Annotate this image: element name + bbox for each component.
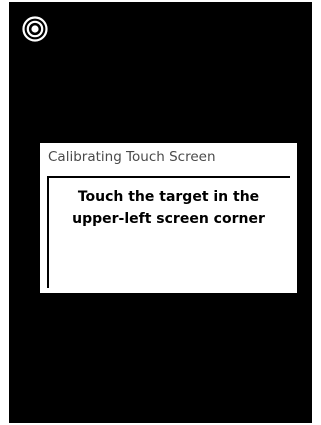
calibration-instruction: Touch the target in the upper-left scree… bbox=[46, 186, 291, 230]
touch-screen[interactable]: Calibrating Touch Screen Touch the targe… bbox=[9, 2, 312, 423]
calibration-target-icon[interactable] bbox=[22, 16, 48, 42]
instruction-line-1: Touch the target in the bbox=[77, 189, 260, 205]
dialog-title: Calibrating Touch Screen bbox=[48, 149, 216, 165]
calibration-dialog: Calibrating Touch Screen Touch the targe… bbox=[40, 143, 297, 293]
instruction-line-2: upper-left screen corner bbox=[72, 211, 265, 227]
